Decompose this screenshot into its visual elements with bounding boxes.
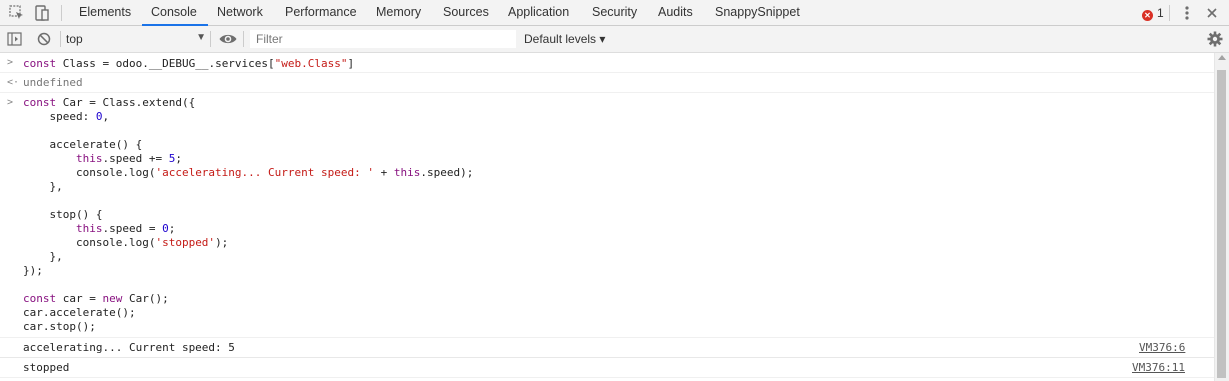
close-icon[interactable] xyxy=(1203,4,1221,22)
console-log-entry: stopped VM376:11 xyxy=(0,358,1214,378)
inspect-element-icon[interactable] xyxy=(8,4,26,22)
tab-application[interactable]: Application xyxy=(508,0,569,25)
toolbar-divider-2 xyxy=(210,31,211,47)
input-code[interactable]: const Car = Class.extend({ speed: 0, acc… xyxy=(23,96,473,334)
tab-console[interactable]: Console xyxy=(142,0,208,26)
device-toolbar-icon[interactable] xyxy=(33,4,51,22)
console-input-entry: > const Class = odoo.__DEBUG__.services[… xyxy=(0,53,1214,73)
console-scrollbar[interactable] xyxy=(1214,53,1229,381)
input-prompt-icon: > xyxy=(7,57,14,68)
tab-sources[interactable]: Sources xyxy=(443,0,489,25)
console-toolbar: top ▼ Default levels ▾ xyxy=(0,26,1229,53)
console-input-entry-multiline: > const Car = Class.extend({ speed: 0, a… xyxy=(0,93,1214,338)
result-value: undefined xyxy=(23,76,83,89)
console-result-entry: <· undefined xyxy=(0,73,1214,93)
log-levels-dropdown[interactable]: Default levels ▾ xyxy=(524,32,605,46)
log-message: accelerating... Current speed: 5 xyxy=(23,341,235,354)
scroll-thumb[interactable] xyxy=(1217,70,1226,378)
context-value: top xyxy=(66,32,83,46)
clear-console-icon[interactable] xyxy=(35,31,53,49)
error-count: 1 xyxy=(1157,6,1164,20)
tab-performance[interactable]: Performance xyxy=(285,0,357,25)
devtools-tab-bar: Elements Console Network Performance Mem… xyxy=(0,0,1229,26)
input-code[interactable]: const Class = odoo.__DEBUG__.services["w… xyxy=(23,57,354,71)
console-log-entry: accelerating... Current speed: 5 VM376:6 xyxy=(0,338,1214,358)
log-message: stopped xyxy=(23,361,70,374)
tab-bar-divider-right xyxy=(1169,5,1170,21)
source-link[interactable]: VM376:6 xyxy=(1139,341,1185,354)
dropdown-arrow-icon: ▼ xyxy=(196,32,206,43)
tab-network[interactable]: Network xyxy=(217,0,263,25)
sidebar-toggle-icon[interactable] xyxy=(6,31,24,49)
scroll-up-arrow-icon[interactable] xyxy=(1218,55,1226,60)
filter-input[interactable] xyxy=(250,30,516,48)
context-selector[interactable]: top ▼ xyxy=(66,32,206,48)
eye-icon[interactable] xyxy=(218,30,237,48)
tab-security[interactable]: Security xyxy=(592,0,637,25)
toolbar-divider xyxy=(60,31,61,47)
source-link[interactable]: VM376:11 xyxy=(1132,361,1185,374)
tab-elements[interactable]: Elements xyxy=(79,0,131,25)
console-output: > const Class = odoo.__DEBUG__.services[… xyxy=(0,53,1214,381)
result-arrow-icon: <· xyxy=(7,77,20,88)
tab-audits[interactable]: Audits xyxy=(658,0,693,25)
tab-bar-divider xyxy=(61,5,62,21)
error-counter[interactable]: ✕ 1 xyxy=(1142,6,1164,21)
kebab-menu-icon[interactable] xyxy=(1178,4,1196,22)
toolbar-divider-3 xyxy=(243,31,244,47)
error-icon: ✕ xyxy=(1142,10,1153,21)
settings-gear-icon[interactable] xyxy=(1206,30,1224,48)
tab-memory[interactable]: Memory xyxy=(376,0,421,25)
input-prompt-icon: > xyxy=(7,97,14,108)
tab-snappysnippet[interactable]: SnappySnippet xyxy=(715,0,800,25)
